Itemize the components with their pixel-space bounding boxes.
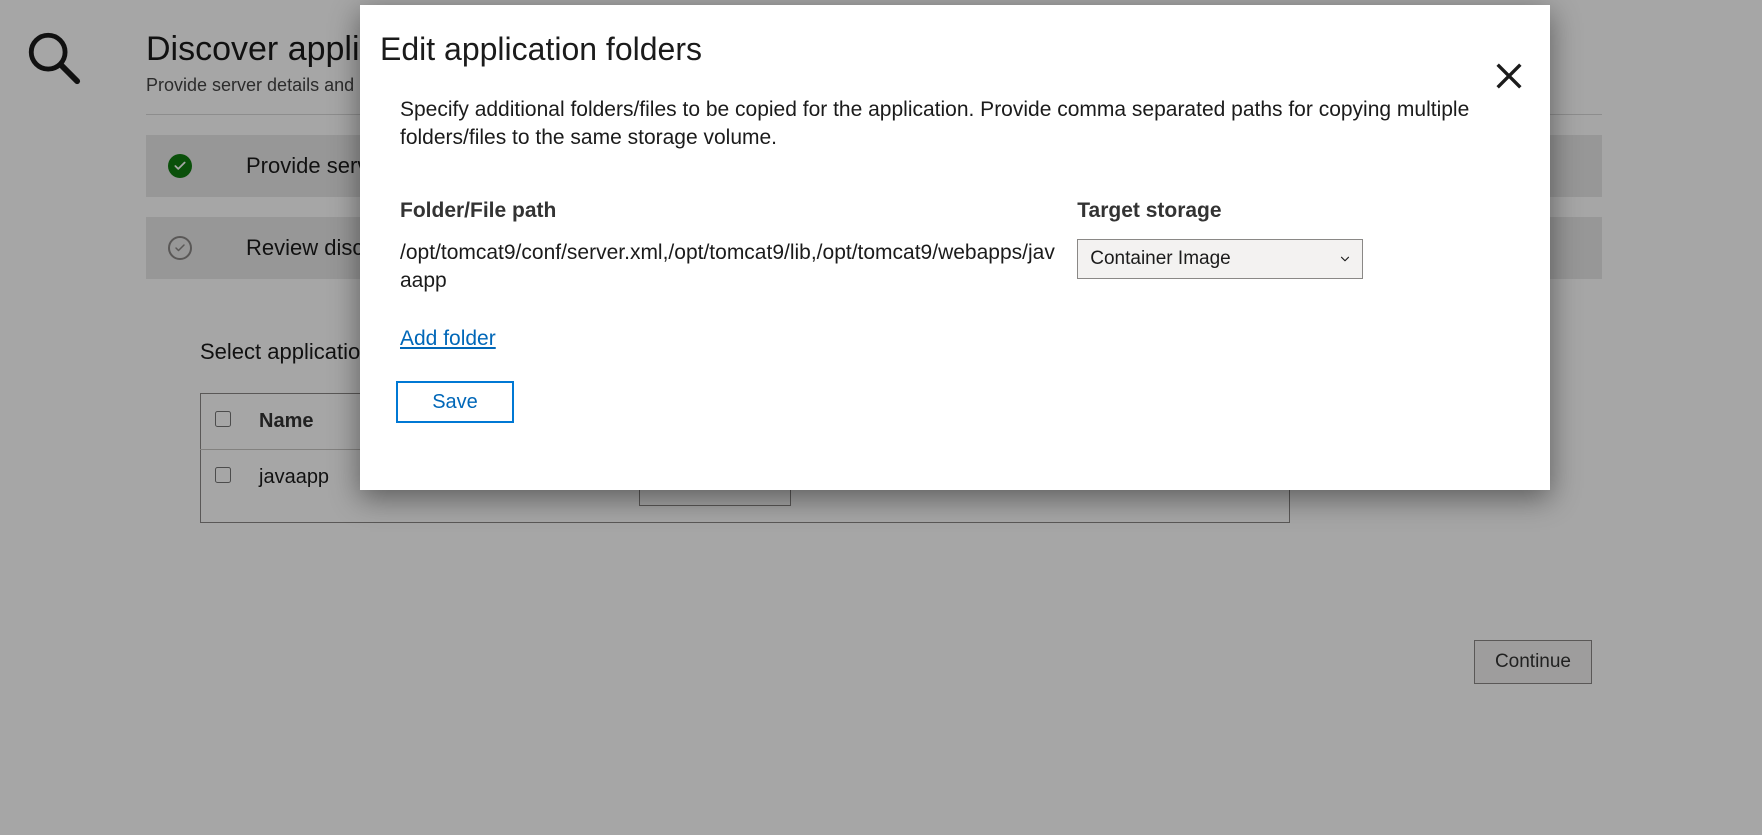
dialog-title: Edit application folders [380, 31, 1516, 68]
folder-form-row: Folder/File path /opt/tomcat9/conf/serve… [400, 199, 1516, 296]
storage-label: Target storage [1077, 199, 1376, 223]
dialog-description: Specify additional folders/files to be c… [400, 96, 1470, 153]
add-folder-link[interactable]: Add folder [400, 327, 496, 351]
target-storage-select[interactable]: Container Image [1077, 239, 1363, 279]
storage-selected-value: Container Image [1090, 248, 1230, 270]
path-label: Folder/File path [400, 199, 1057, 223]
chevron-down-icon [1338, 252, 1352, 266]
path-value[interactable]: /opt/tomcat9/conf/server.xml,/opt/tomcat… [400, 239, 1057, 296]
edit-folders-dialog: Edit application folders Specify additio… [360, 5, 1550, 490]
close-icon[interactable] [1492, 59, 1526, 93]
save-button[interactable]: Save [396, 381, 514, 423]
